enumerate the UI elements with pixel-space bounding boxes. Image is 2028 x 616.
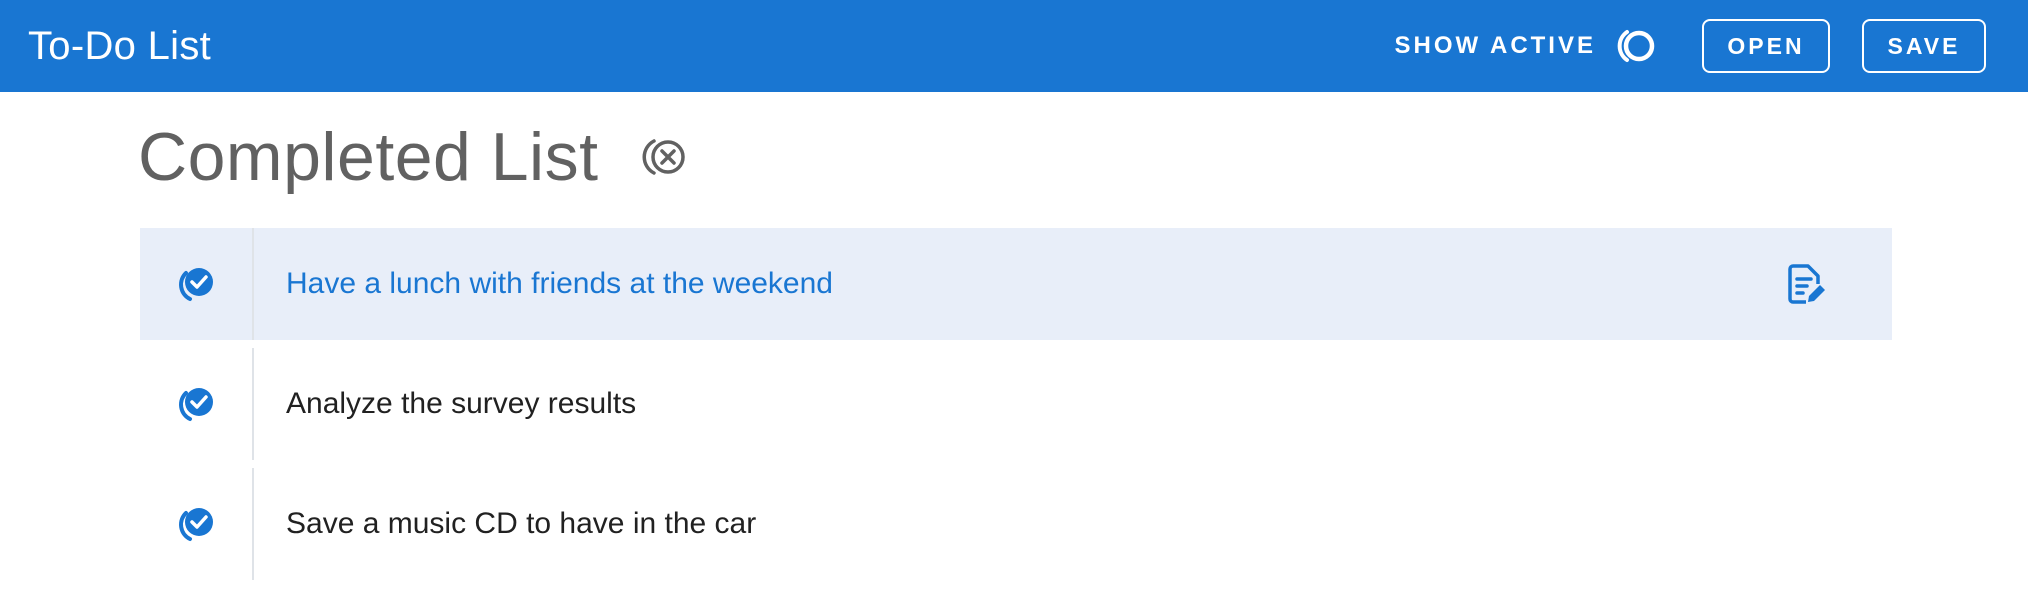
clear-completed-icon[interactable] (639, 131, 691, 183)
todo-item[interactable]: Analyze the survey results (140, 348, 1892, 460)
heading-row: Completed List (138, 118, 691, 196)
check-circle-icon[interactable] (140, 468, 252, 580)
row-divider (252, 228, 254, 340)
app-bar: To-Do List SHOW ACTIVE OPEN SAVE (0, 0, 2028, 92)
page-title: Completed List (138, 119, 599, 195)
open-button[interactable]: OPEN (1702, 19, 1830, 73)
toggle-circle-icon[interactable] (1614, 24, 1658, 68)
row-divider (252, 468, 254, 580)
todo-text[interactable]: Have a lunch with friends at the weekend (286, 267, 1782, 301)
row-divider (252, 348, 254, 460)
check-circle-icon[interactable] (140, 348, 252, 460)
todo-text[interactable]: Analyze the survey results (286, 387, 1892, 421)
app-title: To-Do List (28, 23, 212, 68)
save-button[interactable]: SAVE (1862, 19, 1986, 73)
todo-item-selected[interactable]: Have a lunch with friends at the weekend (140, 228, 1892, 340)
todo-list: Have a lunch with friends at the weekend… (140, 228, 1892, 588)
todo-item[interactable]: Save a music CD to have in the car (140, 468, 1892, 580)
show-active-label: SHOW ACTIVE (1394, 32, 1596, 59)
edit-note-icon[interactable] (1782, 260, 1830, 308)
check-circle-icon[interactable] (140, 228, 252, 340)
show-active-toggle[interactable]: SHOW ACTIVE (1395, 24, 1658, 68)
todo-text[interactable]: Save a music CD to have in the car (286, 507, 1892, 541)
